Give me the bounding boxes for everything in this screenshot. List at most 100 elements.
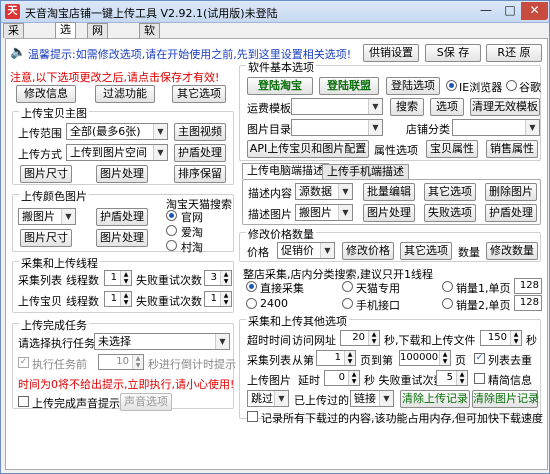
collect-threads-spin[interactable]: 1 ▲ ▼ <box>104 270 132 286</box>
shop-radio-tmall[interactable] <box>342 281 353 292</box>
record-label: 记录所有下载过的内容,该功能占用内存,但可加快下载速度 <box>261 412 543 425</box>
sales1-page-spin[interactable]: 128 <box>514 278 542 294</box>
spin-arrows-icon[interactable]: ▲ ▼ <box>368 331 379 345</box>
shop-category-select[interactable]: ▼ <box>452 119 540 136</box>
filter-button[interactable]: 过滤功能 <box>95 85 155 103</box>
clear-template-button[interactable]: 清理无效模板 <box>470 98 540 116</box>
main-video-button[interactable]: 主图视频 <box>174 123 226 141</box>
close-button[interactable]: ✕ <box>521 2 548 20</box>
browser-chrome-radio[interactable] <box>506 80 517 91</box>
spin-arrows-icon[interactable]: ▲ ▼ <box>132 355 143 369</box>
upload-threads-spin[interactable]: 1 ▲ ▼ <box>104 291 132 307</box>
desc-other-options-button[interactable]: 其它选项 <box>424 183 476 201</box>
maximize-button[interactable]: □ <box>497 2 523 20</box>
upload-retry-spin[interactable]: 1 ▲ ▼ <box>204 291 232 307</box>
spin-arrows-icon[interactable]: ▲ ▼ <box>344 351 355 365</box>
color-process-button[interactable]: 图片处理 <box>96 229 148 247</box>
tmall-radio-aitao[interactable] <box>166 225 177 236</box>
shop-radio-mobile[interactable] <box>342 298 353 309</box>
tab-pc-desc[interactable]: 上传电脑端描述 <box>242 163 329 179</box>
sales2-page-spin[interactable]: 128 <box>514 295 542 311</box>
shop-radio-2400[interactable] <box>246 298 257 309</box>
spin-arrows-icon[interactable]: ▲ ▼ <box>220 292 231 306</box>
api-config-button[interactable]: API上传宝贝和图片配置 <box>247 140 369 158</box>
desc-shield-button[interactable]: 护盾处理 <box>485 204 537 222</box>
spin-arrows-icon[interactable]: ▲ ▼ <box>120 271 131 285</box>
image-dir-select[interactable]: ▼ <box>291 119 383 136</box>
visit-timeout-spin[interactable]: 20 ▲ ▼ <box>340 330 380 346</box>
upload-range-select[interactable]: 全部(最多6张) ▼ <box>66 123 168 140</box>
login-union-button[interactable]: 登陆联盟 <box>319 77 379 95</box>
save-button[interactable]: S保 存 <box>425 44 481 62</box>
tab-collect-upload[interactable]: 采集上传 <box>3 23 24 79</box>
login-options-button[interactable]: 登陆选项 <box>386 77 440 95</box>
skip-select[interactable]: 跳过 ▼ <box>247 390 289 407</box>
clear-upload-record-button[interactable]: 清除上传记录 <box>400 390 470 408</box>
price-select[interactable]: 促销价 ▼ <box>277 242 335 259</box>
main-shield-button[interactable]: 护盾处理 <box>174 144 226 162</box>
img-retry-spin[interactable]: 5 ▲ ▼ <box>436 370 468 386</box>
freight-select[interactable]: ▼ <box>291 98 383 115</box>
upload-threads-value: 1 <box>110 293 117 304</box>
price-other-button[interactable]: 其它选项 <box>400 242 452 260</box>
delay-spin[interactable]: 0 ▲ ▼ <box>324 370 360 386</box>
login-taobao-button[interactable]: 登陆淘宝 <box>247 77 313 95</box>
tmall-radio-official[interactable] <box>166 210 177 221</box>
spin-arrows-icon[interactable]: ▲ ▼ <box>456 371 467 385</box>
link-select[interactable]: 链接 ▼ <box>350 390 394 407</box>
tab-options[interactable]: 选项 <box>55 22 76 50</box>
sort-keep-button[interactable]: 排序保留 <box>174 165 226 183</box>
choose-task-select[interactable]: 未选择 ▼ <box>94 333 230 350</box>
spin-arrows-icon[interactable]: ▲ ▼ <box>439 351 450 365</box>
minimize-button[interactable]: — <box>473 2 499 20</box>
upload-method-select[interactable]: 上传到图片空间 ▼ <box>66 144 168 161</box>
collect-retry-spin[interactable]: 3 ▲ ▼ <box>204 270 232 286</box>
modify-price-button[interactable]: 修改价格 <box>342 242 394 260</box>
record-checkbox[interactable] <box>247 411 258 422</box>
color-shield-button[interactable]: 护盾处理 <box>96 208 148 226</box>
restore-button[interactable]: R还 原 <box>486 44 542 62</box>
precise-checkbox[interactable] <box>474 373 485 384</box>
from-page-spin[interactable]: 1 ▲ ▼ <box>316 350 356 366</box>
chevron-down-icon: ▼ <box>215 334 229 349</box>
main-size-button[interactable]: 图片尺寸 <box>20 165 72 183</box>
sale-attr-button[interactable]: 销售属性 <box>486 140 538 158</box>
main-process-button[interactable]: 图片处理 <box>96 165 148 183</box>
spin-arrows-icon[interactable]: ▲ ▼ <box>510 331 521 345</box>
other-options-button[interactable]: 其它选项 <box>172 85 226 103</box>
download-timeout-spin[interactable]: 150 ▲ ▼ <box>480 330 522 346</box>
tab-mobile-desc[interactable]: 上传手机端描述 <box>322 164 409 179</box>
edit-info-button[interactable]: 修改信息 <box>16 85 76 103</box>
spin-arrows-icon[interactable]: ▲ ▼ <box>348 371 359 385</box>
supply-settings-button[interactable]: 供销设置 <box>363 44 419 62</box>
dedupe-checkbox[interactable]: ✓ <box>474 353 485 364</box>
baby-attr-button[interactable]: 宝贝属性 <box>426 140 478 158</box>
fail-options-button[interactable]: 失败选项 <box>424 204 476 222</box>
spin-arrows-icon[interactable]: ▲ ▼ <box>120 292 131 306</box>
modify-qty-button[interactable]: 修改数量 <box>486 242 538 260</box>
shop-radio-direct[interactable] <box>246 281 257 292</box>
spin-arrows-icon[interactable]: ▲ ▼ <box>220 271 231 285</box>
browser-ie-radio[interactable] <box>446 80 457 91</box>
desc-image-select[interactable]: 搬图片 ▼ <box>295 204 353 221</box>
exec-before-checkbox[interactable]: ✓ <box>18 357 29 368</box>
shop-radio-sales1[interactable] <box>442 281 453 292</box>
save-note: 注意,以下选项更改之后,请点击保存才有效! <box>10 71 220 84</box>
delete-image-button[interactable]: 删除图片 <box>485 183 537 201</box>
to-page-spin[interactable]: 100000 ▲ ▼ <box>399 350 451 366</box>
freight-options-button[interactable]: 选项 <box>430 98 464 116</box>
color-move-select[interactable]: 搬图片 ▼ <box>18 208 76 225</box>
sound-options-button[interactable]: 声音选项 <box>120 393 172 411</box>
tab-software-info[interactable]: 软件信息 <box>139 23 160 79</box>
desc-content-select[interactable]: 源数据 ▼ <box>295 183 353 200</box>
exec-before-spin[interactable]: 10 ▲ ▼ <box>98 354 144 370</box>
sound-checkbox[interactable] <box>18 396 29 407</box>
color-size-button[interactable]: 图片尺寸 <box>20 229 72 247</box>
batch-edit-button[interactable]: 批量编辑 <box>363 183 415 201</box>
shop-radio-sales2[interactable] <box>442 298 453 309</box>
desc-image-process-button[interactable]: 图片处理 <box>363 204 415 222</box>
tmall-radio-cuntao[interactable] <box>166 240 177 251</box>
clear-image-record-button[interactable]: 清除图片记录 <box>472 390 539 408</box>
freight-search-button[interactable]: 搜索 <box>390 98 424 116</box>
tab-web-collect[interactable]: 网页采集 <box>87 23 108 79</box>
